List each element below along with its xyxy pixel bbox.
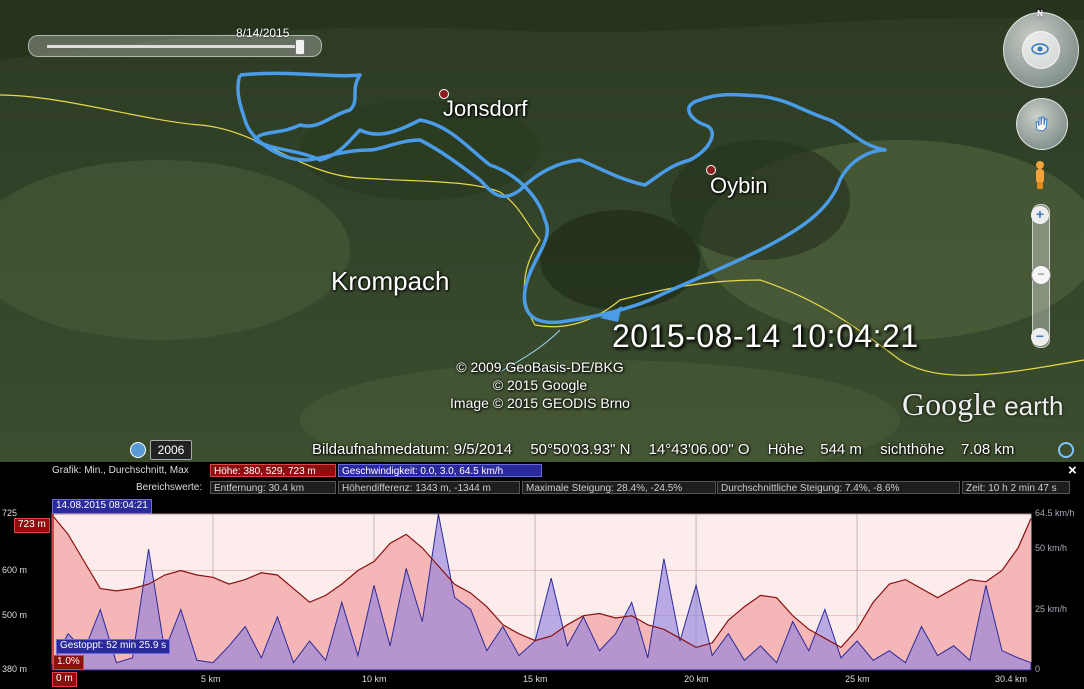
height-chip[interactable]: Höhe: 380, 529, 723 m — [210, 464, 336, 477]
credit-line: Image © 2015 GEODIS Brno — [450, 395, 630, 411]
track-timestamp: 2015-08-14 10:04:21 — [612, 318, 919, 354]
x-tick-label: 25 km — [845, 674, 870, 684]
graph-label: Grafik: Min., Durchschnitt, Max — [52, 465, 189, 476]
street-view-pegman-icon[interactable] — [1034, 160, 1046, 190]
eye-altitude: sichthöhe 7.08 km — [880, 441, 1015, 458]
distance-stat: Entfernung: 30.4 km — [210, 481, 336, 494]
imagery-credits: © 2009 GeoBasis-DE/BKG © 2015 Google Ima… — [430, 358, 650, 412]
image-date: Bildaufnahmedatum: 9/5/2014 — [312, 441, 513, 458]
x-tick-label: 15 km — [523, 674, 548, 684]
height-diff-stat: Höhendifferenz: 1343 m, -1344 m — [338, 481, 520, 494]
map-view[interactable]: 8/14/2015 Jonsdorf Oybin Krompach 2015-0… — [0, 0, 1084, 462]
longitude: 14°43'06.00" O — [648, 441, 750, 458]
place-label-oybin[interactable]: Oybin — [710, 173, 767, 199]
historical-year-badge[interactable]: 2006 — [150, 440, 192, 460]
logo-earth: earth — [1004, 391, 1064, 421]
credit-line: © 2009 GeoBasis-DE/BKG — [456, 359, 624, 375]
zoom-out-button[interactable]: − — [1031, 328, 1049, 346]
elevation-profile-panel: Grafik: Min., Durchschnitt, Max Höhe: 38… — [0, 462, 1084, 689]
place-label-jonsdorf[interactable]: Jonsdorf — [443, 96, 527, 122]
max-elevation-tag: 723 m — [14, 518, 50, 533]
y-left-tick-label: 500 m — [2, 609, 28, 620]
streaming-indicator-icon — [1058, 442, 1074, 458]
credit-line: © 2015 Google — [492, 377, 588, 393]
elevation: Höhe 544 m — [767, 441, 862, 458]
y-left-tick-label: 725 — [2, 508, 18, 518]
y-right-tick-label: 0 — [1035, 664, 1041, 674]
time-slider-track[interactable] — [47, 45, 297, 48]
zoom-in-button[interactable]: + — [1031, 206, 1049, 224]
historical-imagery-clock-icon[interactable] — [130, 442, 146, 458]
hand-icon — [1035, 116, 1048, 132]
x-tick-label: 20 km — [684, 674, 709, 684]
time-stat: Zeit: 10 h 2 min 47 s — [962, 481, 1070, 494]
y-right-tick-label: 64.5 km/h — [1035, 508, 1075, 518]
avg-slope-stat: Durchschnittliche Steigung: 7.4%, -8.6% — [717, 481, 960, 494]
stopped-time-tag: Gestoppt: 52 min 25.9 s — [56, 639, 171, 654]
y-left-tick-label: 380 m — [2, 664, 28, 674]
y-left-tick-label: 600 m — [2, 564, 28, 575]
latitude: 50°50'03.93" N — [530, 441, 631, 458]
eye-icon — [1031, 43, 1049, 55]
y-right-tick-label: 50 km/h — [1035, 543, 1068, 554]
x-tick-label: 5 km — [201, 674, 221, 684]
speed-chip[interactable]: Geschwindigkeit: 0.0, 3.0, 64.5 km/h — [338, 464, 542, 477]
x-tick-label: 30.4 km — [995, 674, 1028, 684]
google-earth-logo: Google earth — [902, 386, 1063, 423]
distance-zero-tag: 0 m — [52, 672, 77, 687]
place-label-krompach[interactable]: Krompach — [331, 266, 450, 297]
time-slider-date: 8/14/2015 — [236, 26, 290, 40]
close-profile-button[interactable]: × — [1068, 462, 1077, 479]
y-right-tick-label: 25 km/h — [1035, 603, 1068, 614]
logo-google: Google — [902, 386, 997, 422]
status-bar: Bildaufnahmedatum: 9/5/2014 50°50'03.93"… — [312, 441, 1028, 458]
max-slope-stat: Maximale Steigung: 28.4%, -24.5% — [522, 481, 716, 494]
time-slider-thumb[interactable] — [295, 39, 305, 55]
range-label: Bereichswerte: — [136, 482, 203, 493]
x-tick-label: 10 km — [362, 674, 387, 684]
zoom-slider-thumb[interactable]: − — [1031, 265, 1051, 285]
slope-percent-tag: 1.0% — [53, 655, 84, 670]
